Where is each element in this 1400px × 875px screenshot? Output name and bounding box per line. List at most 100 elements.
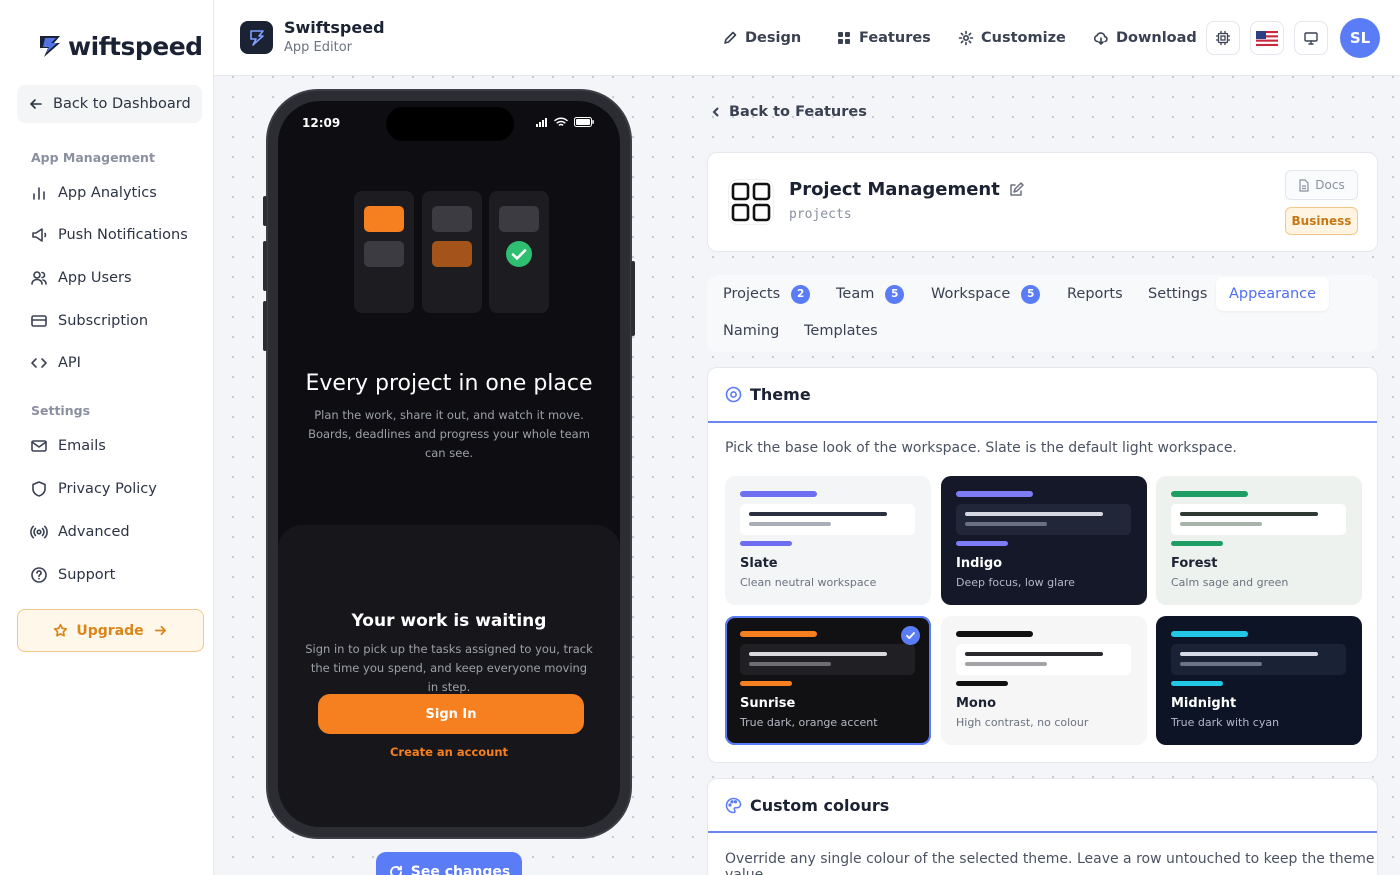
theme-description: True dark, orange accent <box>740 716 878 729</box>
sidebar-item-privacy-policy[interactable]: Privacy Policy <box>30 477 157 501</box>
nav-label: Download <box>1116 30 1197 46</box>
kanban-illustration <box>354 191 550 315</box>
tab-label: Workspace <box>931 286 1011 302</box>
theme-name: Indigo <box>956 556 1003 571</box>
edit-icon[interactable] <box>1008 181 1024 198</box>
phone-side-button <box>631 261 635 336</box>
brand-logo[interactable]: wiftspeed <box>34 28 203 64</box>
theme-accent-bar <box>1171 491 1248 497</box>
avatar[interactable]: SL <box>1340 18 1380 58</box>
megaphone-icon <box>32 228 47 242</box>
see-changes-button[interactable]: See changes <box>376 852 522 875</box>
theme-option-midnight[interactable]: Midnight True dark with cyan <box>1156 616 1362 745</box>
top-bar: Swiftspeed App Editor Design Features Cu… <box>214 0 1400 76</box>
document-icon <box>1299 178 1309 192</box>
see-changes-label: See changes <box>410 864 511 875</box>
sidebar: wiftspeed Back to Dashboard App Manageme… <box>0 0 214 875</box>
sidebar-item-push-notifications[interactable]: Push Notifications <box>30 223 188 247</box>
phone-side-button <box>263 196 267 226</box>
wifi-icon <box>554 117 568 126</box>
theme-description: True dark with cyan <box>1171 716 1280 729</box>
cloud-download-icon <box>1093 32 1108 45</box>
dynamic-island <box>386 107 514 141</box>
tab-label: Templates <box>804 323 878 339</box>
phone-side-button <box>263 241 267 291</box>
tab-label: Settings <box>1148 286 1208 302</box>
arrow-right-icon <box>154 625 166 636</box>
sheet-subtitle: Sign in to pick up the tasks assigned to… <box>305 642 593 694</box>
sidebar-item-api[interactable]: API <box>30 351 81 375</box>
theme-preview-line <box>965 512 1103 516</box>
kanban-card <box>432 241 472 267</box>
theme-description: Calm sage and green <box>1171 576 1289 589</box>
sidebar-item-support[interactable]: Support <box>30 563 115 587</box>
preview-device-button[interactable] <box>1294 21 1328 55</box>
theme-preview-line <box>749 522 831 526</box>
tab-label: Reports <box>1067 286 1123 302</box>
sidebar-item-label: API <box>58 355 81 371</box>
sidebar-item-emails[interactable]: Emails <box>30 434 106 458</box>
app-icon <box>240 21 273 54</box>
back-to-dashboard-label: Back to Dashboard <box>53 96 191 112</box>
language-button[interactable] <box>1250 21 1284 55</box>
kanban-card <box>499 206 539 232</box>
kanban-column <box>354 191 414 313</box>
broadcast-icon <box>30 525 48 539</box>
upgrade-button[interactable]: Upgrade <box>17 609 204 652</box>
status-time: 12:09 <box>302 116 341 130</box>
theme-description: Clean neutral workspace <box>740 576 877 589</box>
swiftspeed-app-icon <box>249 29 264 46</box>
help-circle-icon <box>31 567 47 583</box>
sidebar-item-advanced[interactable]: Advanced <box>30 520 130 544</box>
back-to-features-link[interactable]: Back to Features <box>710 104 867 120</box>
theme-option-sunrise[interactable]: Sunrise True dark, orange accent <box>725 616 931 745</box>
sign-in-button[interactable]: Sign In <box>318 694 584 734</box>
section-heading-app-management: App Management <box>31 150 155 165</box>
theme-option-indigo[interactable]: Indigo Deep focus, low glare <box>941 476 1147 605</box>
tab-reports[interactable]: Reports <box>1067 277 1123 311</box>
chevron-left-icon <box>712 107 719 117</box>
tab-naming[interactable]: Naming <box>723 314 779 348</box>
nav-features[interactable]: Features <box>836 28 931 48</box>
sidebar-item-app-users[interactable]: App Users <box>30 266 132 290</box>
theme-description: High contrast, no colour <box>956 716 1089 729</box>
phone-screen: 12:09 Every project in one place Plan th… <box>278 101 620 827</box>
sidebar-item-label: Subscription <box>58 313 149 329</box>
tab-workspace[interactable]: Workspace 5 <box>931 277 1041 311</box>
theme-accent-bar <box>1171 681 1223 686</box>
battery-icon <box>574 117 594 127</box>
tab-appearance[interactable]: Appearance <box>1216 277 1330 311</box>
kanban-card <box>432 206 472 232</box>
tab-count-badge: 5 <box>885 284 905 304</box>
back-to-dashboard-button[interactable]: Back to Dashboard <box>17 85 202 123</box>
tab-team[interactable]: Team 5 <box>836 277 905 311</box>
theme-preview-line <box>1180 512 1318 516</box>
theme-name: Slate <box>740 556 778 571</box>
theme-option-slate[interactable]: Slate Clean neutral workspace <box>725 476 931 605</box>
theme-name: Midnight <box>1171 696 1237 711</box>
tab-projects[interactable]: Projects 2 <box>723 277 811 311</box>
chip-icon <box>1216 31 1230 45</box>
sidebar-item-app-analytics[interactable]: App Analytics <box>30 181 157 205</box>
theme-section: Theme Pick the base look of the workspac… <box>707 367 1378 763</box>
docs-button[interactable]: Docs <box>1285 170 1358 200</box>
phone-preview: 12:09 Every project in one place Plan th… <box>263 89 635 839</box>
tab-label: Projects <box>723 286 781 302</box>
nav-design[interactable]: Design <box>722 28 801 48</box>
tab-settings[interactable]: Settings <box>1148 277 1207 311</box>
nav-customize[interactable]: Customize <box>958 28 1066 48</box>
gear-icon <box>958 30 974 46</box>
create-account-link[interactable]: Create an account <box>278 745 620 759</box>
theme-preview-line <box>965 652 1103 656</box>
theme-option-forest[interactable]: Forest Calm sage and green <box>1156 476 1362 605</box>
ai-button[interactable] <box>1206 21 1240 55</box>
tab-templates[interactable]: Templates <box>804 314 878 348</box>
hero-title: Every project in one place <box>305 371 593 396</box>
arrow-left-icon <box>30 99 42 109</box>
sidebar-item-subscription[interactable]: Subscription <box>30 309 148 333</box>
nav-download[interactable]: Download <box>1093 28 1197 48</box>
section-heading-settings: Settings <box>31 403 91 418</box>
theme-accent-bar <box>956 681 1008 686</box>
theme-section-title: Theme <box>750 385 811 404</box>
theme-option-mono[interactable]: Mono High contrast, no colour <box>941 616 1147 745</box>
